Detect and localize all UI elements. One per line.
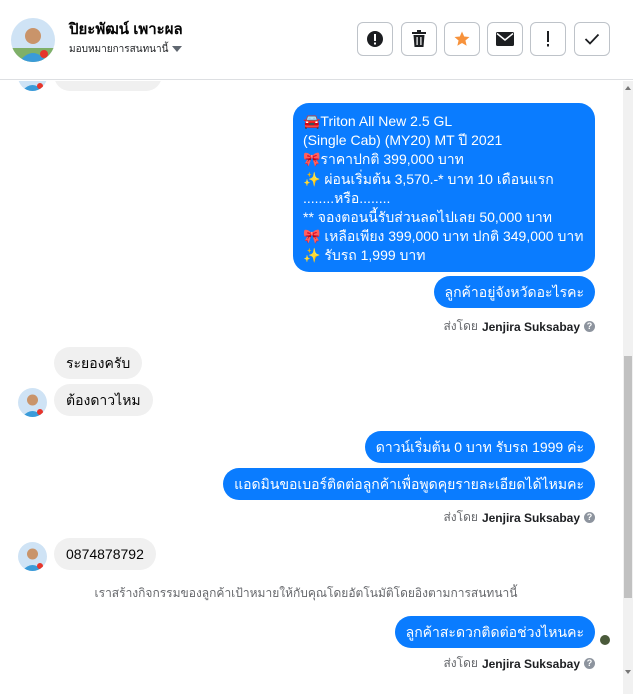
message-bubble-incoming: 0874878792 — [54, 538, 156, 570]
star-button[interactable] — [444, 22, 480, 56]
message-line: ✨ ผ่อนเริ่มต้น 3,570.-* บาท 10 เดือนแรก — [303, 170, 554, 187]
message-bubble-incoming: ต้องดาวไหม — [54, 384, 153, 416]
message-line: 🎀ราคาปกติ 399,000 บาท — [303, 151, 464, 168]
message-bubble-outgoing: ดาวน์เริ่มต้น 0 บาท รับรถ 1999 ค่ะ — [364, 431, 595, 463]
avatar — [18, 81, 47, 91]
message-bubble-incoming: ระยองครับ — [54, 347, 143, 379]
help-icon[interactable]: ? — [584, 658, 595, 669]
message-thread[interactable]: 🚘Triton All New 2.5 GL (Single Cab) (MY2… — [0, 81, 633, 694]
message-line: (Single Cab) (MY20) MT ปี 2021 — [303, 132, 503, 149]
scroll-down-icon[interactable] — [625, 670, 631, 674]
alert-circle-icon — [367, 31, 383, 47]
sender-name: Jenjira Suksabay — [481, 656, 580, 671]
message-line: 🎀 เหลือเพียง 399,000 บาท ปกติ 349,000 บา… — [303, 228, 584, 245]
avatar[interactable] — [18, 388, 47, 417]
sent-by-label: ส่งโดย Jenjira Suksabay ? — [443, 654, 595, 673]
sent-by-label: ส่งโดย Jenjira Suksabay ? — [443, 508, 595, 527]
mark-spam-button[interactable] — [357, 22, 393, 56]
read-receipt-avatar — [600, 635, 610, 645]
sent-by-prefix: ส่งโดย — [443, 656, 478, 670]
envelope-icon — [496, 32, 514, 46]
help-icon[interactable]: ? — [584, 512, 595, 523]
message-line: ** จองตอนนี้รับส่วนลดไปเลย 50,000 บาท — [303, 209, 552, 226]
scrollbar[interactable] — [623, 81, 633, 694]
avatar[interactable] — [18, 542, 47, 571]
help-icon[interactable]: ? — [584, 321, 595, 332]
message-line: ........หรือ........ — [303, 189, 391, 206]
assign-conversation-dropdown[interactable]: มอบหมายการสนทนานี้ — [69, 42, 183, 57]
sent-by-prefix: ส่งโดย — [443, 319, 478, 333]
exclamation-icon — [547, 31, 549, 47]
caret-down-icon — [172, 46, 183, 53]
message-line: ✨ รับรถ 1,999 บาท — [303, 247, 426, 264]
avatar[interactable] — [11, 18, 55, 62]
mark-done-button[interactable] — [574, 22, 610, 56]
message-bubble-outgoing: แอดมินขอเบอร์ติดต่อลูกค้าเพื่อพูดคุยรายล… — [223, 468, 595, 500]
message-bubble-incoming — [54, 81, 162, 91]
sender-name: Jenjira Suksabay — [481, 319, 580, 334]
sender-name: Jenjira Suksabay — [481, 510, 580, 525]
check-icon — [584, 33, 600, 45]
message-bubble-outgoing: ลูกค้าอยู่จังหวัดอะไรคะ — [433, 276, 595, 308]
mark-unread-button[interactable] — [487, 22, 523, 56]
automation-notice: เราสร้างกิจกรรมของลูกค้าเป้าหมายให้กับคุ… — [94, 586, 518, 600]
delete-button[interactable] — [401, 22, 437, 56]
sent-by-label: ส่งโดย Jenjira Suksabay ? — [443, 317, 595, 336]
message-bubble-outgoing: ลูกค้าสะดวกติดต่อช่วงไหนคะ — [394, 616, 595, 648]
message-bubble-outgoing: 🚘Triton All New 2.5 GL (Single Cab) (MY2… — [293, 103, 595, 272]
star-icon — [454, 31, 470, 46]
scrollbar-thumb[interactable] — [624, 356, 632, 598]
conversation-header: ปิยะพัฒน์ เพาะผล มอบหมายการสนทนานี้ — [0, 0, 633, 80]
assign-label: มอบหมายการสนทนานี้ — [69, 44, 169, 55]
trash-icon — [412, 30, 426, 47]
scroll-up-icon[interactable] — [625, 86, 631, 90]
contact-name[interactable]: ปิยะพัฒน์ เพาะผล — [69, 17, 183, 41]
sent-by-prefix: ส่งโดย — [443, 510, 478, 524]
follow-up-button[interactable] — [530, 22, 566, 56]
message-line: 🚘Triton All New 2.5 GL — [303, 113, 453, 129]
